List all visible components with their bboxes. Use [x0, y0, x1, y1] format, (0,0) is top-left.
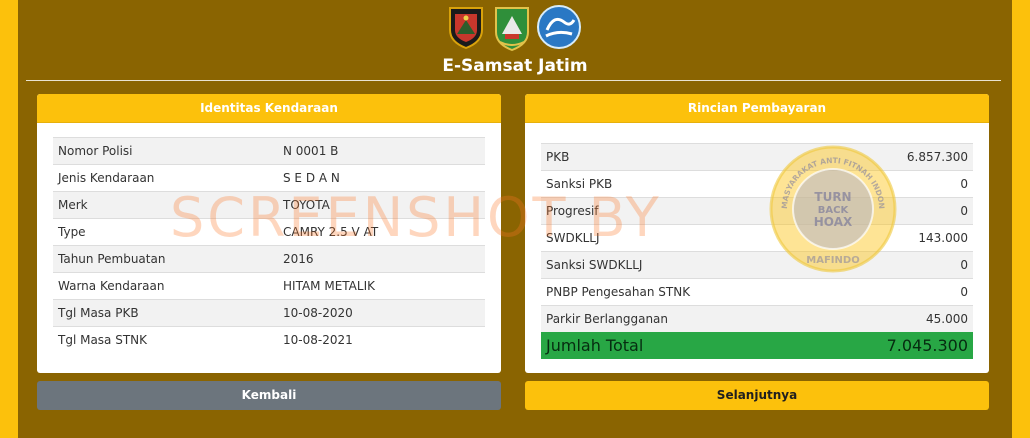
table-row: PKB 6.857.300: [541, 143, 973, 171]
row-value: 45.000: [814, 305, 973, 332]
row-label: Progresif: [541, 197, 815, 225]
total-label: Jumlah Total: [541, 332, 815, 359]
table-row: Progresif 0: [541, 197, 973, 225]
table-row: Type CAMRY 2.5 V AT: [53, 218, 485, 246]
table-row: Tgl Masa PKB 10-08-2020: [53, 299, 485, 327]
table-row: Warna Kendaraan HITAM METALIK: [53, 272, 485, 300]
row-label: Parkir Berlangganan: [541, 305, 815, 332]
app-title: E-Samsat Jatim: [442, 56, 588, 76]
row-value: 2016: [283, 245, 485, 273]
row-label: Tgl Masa PKB: [53, 299, 283, 327]
payment-details-card: Rincian Pembayaran PKB 6.857.300 Sanksi P…: [525, 94, 989, 373]
payment-details-title: Rincian Pembayaran: [525, 94, 989, 123]
jasa-raharja-emblem-icon: [537, 5, 581, 49]
row-label: Jenis Kendaraan: [53, 164, 283, 192]
vehicle-identity-title: Identitas Kendaraan: [37, 94, 501, 123]
row-value: TOYOTA: [283, 191, 485, 219]
row-value: N 0001 B: [283, 137, 485, 165]
payment-details-table: PKB 6.857.300 Sanksi PKB 0 Progresif 0 SWDK…: [541, 143, 973, 359]
row-label: PNBP Pengesahan STNK: [541, 278, 815, 306]
next-button[interactable]: Selanjutnya: [525, 381, 989, 410]
header-logos: [446, 4, 582, 54]
table-row: Tahun Pembuatan 2016: [53, 245, 485, 273]
header-divider: [26, 80, 1001, 81]
total-value: 7.045.300: [814, 332, 973, 359]
table-row: Merk TOYOTA: [53, 191, 485, 219]
row-label: Tahun Pembuatan: [53, 245, 283, 273]
table-row: Jenis Kendaraan S E D A N: [53, 164, 485, 192]
table-row: Sanksi SWDKLLJ 0: [541, 251, 973, 279]
row-value: 6.857.300: [814, 143, 973, 171]
row-value: 0: [814, 251, 973, 279]
row-value: S E D A N: [283, 164, 485, 192]
table-row: PNBP Pengesahan STNK 0: [541, 278, 973, 306]
table-row: SWDKLLJ 143.000: [541, 224, 973, 252]
row-value: 10-08-2021: [283, 326, 485, 353]
row-label: Type: [53, 218, 283, 246]
row-value: 0: [814, 197, 973, 225]
row-value: 143.000: [814, 224, 973, 252]
row-label: Tgl Masa STNK: [53, 326, 283, 353]
row-value: 0: [814, 278, 973, 306]
vehicle-identity-table: Nomor Polisi N 0001 B Jenis Kendaraan S E …: [53, 137, 485, 353]
east-java-emblem-icon: [495, 7, 529, 52]
row-label: Nomor Polisi: [53, 137, 283, 165]
back-button[interactable]: Kembali: [37, 381, 501, 410]
total-row: Jumlah Total 7.045.300: [541, 332, 973, 359]
row-value: 10-08-2020: [283, 299, 485, 327]
row-label: PKB: [541, 143, 815, 171]
table-row: Sanksi PKB 0: [541, 170, 973, 198]
table-row: Parkir Berlangganan 45.000: [541, 305, 973, 332]
row-value: 0: [814, 170, 973, 198]
row-label: Sanksi SWDKLLJ: [541, 251, 815, 279]
vehicle-identity-card: Identitas Kendaraan Nomor Polisi N 0001 B…: [37, 94, 501, 373]
row-value: HITAM METALIK: [283, 272, 485, 300]
row-label: SWDKLLJ: [541, 224, 815, 252]
row-label: Warna Kendaraan: [53, 272, 283, 300]
row-label: Sanksi PKB: [541, 170, 815, 198]
police-emblem-icon: [449, 7, 483, 50]
table-row: Tgl Masa STNK 10-08-2021: [53, 326, 485, 353]
table-row: Nomor Polisi N 0001 B: [53, 137, 485, 165]
row-label: Merk: [53, 191, 283, 219]
row-value: CAMRY 2.5 V AT: [283, 218, 485, 246]
